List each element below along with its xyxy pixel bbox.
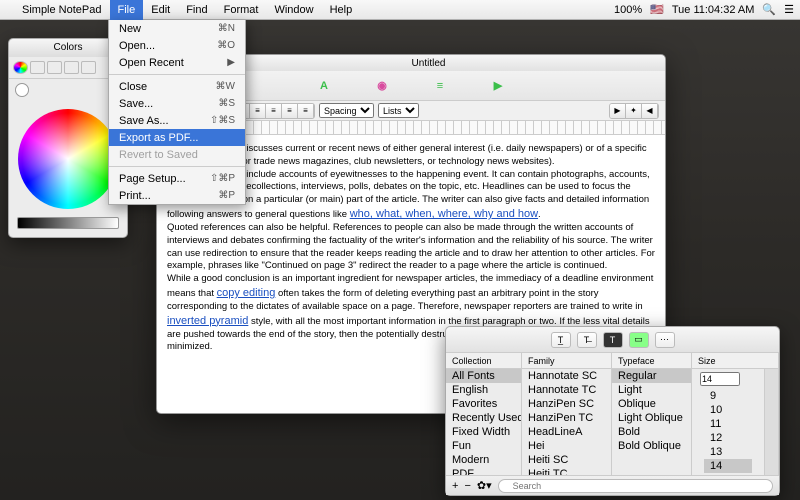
menu-item-open-[interactable]: Open...⌘O <box>109 37 245 54</box>
list-item[interactable]: Heiti TC <box>522 467 611 475</box>
fonts-headers: Collection Family Typeface Size <box>446 353 779 369</box>
hdr-collection[interactable]: Collection <box>446 353 522 368</box>
list-item[interactable]: Recently Used <box>446 411 521 425</box>
toolbar-btn-3[interactable]: ▶ <box>489 77 507 95</box>
list-item[interactable]: 12 <box>704 431 752 445</box>
list-item[interactable]: English <box>446 383 521 397</box>
menu-help[interactable]: Help <box>322 0 361 20</box>
color-sliders-tab[interactable] <box>30 61 45 74</box>
color-palettes-tab[interactable] <box>47 61 62 74</box>
notifications-icon[interactable]: ☰ <box>784 3 794 16</box>
size-column: 910111213141824 <box>692 369 779 475</box>
text-color-button[interactable]: T <box>603 332 623 348</box>
hdr-family[interactable]: Family <box>522 353 612 368</box>
color-crayons-tab[interactable] <box>81 61 96 74</box>
battery-indicator[interactable]: 100% <box>614 4 642 16</box>
toolbar-btn-0[interactable]: A <box>315 77 333 95</box>
color-image-tab[interactable] <box>64 61 79 74</box>
menu-item-open-recent[interactable]: Open Recent▶ <box>109 54 245 71</box>
spotlight-icon[interactable]: 🔍 <box>762 3 776 16</box>
size-slider[interactable] <box>764 369 778 475</box>
list-item[interactable]: Regular <box>612 369 691 383</box>
menu-window[interactable]: Window <box>266 0 321 20</box>
list-item[interactable]: Bold Oblique <box>612 439 691 453</box>
color-wheel-tab[interactable] <box>13 61 28 74</box>
app-name[interactable]: Simple NotePad <box>14 0 110 20</box>
remove-collection-button[interactable]: − <box>464 480 470 492</box>
menu-item-print-[interactable]: Print...⌘P <box>109 187 245 204</box>
flag-icon[interactable]: 🇺🇸 <box>650 3 664 16</box>
color-search-icon[interactable] <box>15 83 29 97</box>
brightness-slider[interactable] <box>17 217 119 229</box>
toolbar-btn-2[interactable]: ≡ <box>431 77 449 95</box>
nav-segment[interactable]: ▶✦◀ <box>609 103 659 119</box>
list-item[interactable]: 11 <box>704 417 752 431</box>
list-item[interactable]: 9 <box>704 389 752 403</box>
list-item[interactable]: Hannotate TC <box>522 383 611 397</box>
list-item[interactable]: PDF <box>446 467 521 475</box>
fonts-toolbar: T̲ T̶ T ▭ ⋯ <box>446 327 779 353</box>
menubar-status: 100% 🇺🇸 Tue 11:04:32 AM 🔍 ☰ <box>614 3 794 16</box>
menu-edit[interactable]: Edit <box>143 0 178 20</box>
strikethrough-button[interactable]: T̶ <box>577 332 597 348</box>
menu-item-revert-to-saved: Revert to Saved <box>109 146 245 163</box>
list-item[interactable]: All Fonts <box>446 369 521 383</box>
list-item[interactable]: 13 <box>704 445 752 459</box>
typeface-list[interactable]: RegularLightObliqueLight ObliqueBoldBold… <box>612 369 692 475</box>
list-item[interactable]: Light <box>612 383 691 397</box>
file-menu-dropdown: New⌘NOpen...⌘OOpen Recent▶ Close⌘WSave...… <box>108 20 246 205</box>
lists-select[interactable]: Lists <box>378 103 419 118</box>
action-menu-button[interactable]: ✿▾ <box>477 479 492 492</box>
list-item[interactable]: Modern <box>446 453 521 467</box>
underline-button[interactable]: T̲ <box>551 332 571 348</box>
list-item[interactable]: Oblique <box>612 397 691 411</box>
list-item[interactable]: Bold <box>612 425 691 439</box>
menu-format[interactable]: Format <box>216 0 267 20</box>
menu-item-export-as-pdf-[interactable]: Export as PDF... <box>109 129 245 146</box>
size-input[interactable] <box>700 372 740 386</box>
menu-item-new[interactable]: New⌘N <box>109 20 245 37</box>
add-collection-button[interactable]: + <box>452 480 458 492</box>
bg-color-button[interactable]: ▭ <box>629 332 649 348</box>
font-search-input[interactable] <box>498 479 773 493</box>
list-item[interactable]: 14 <box>704 459 752 473</box>
list-item[interactable]: HanziPen TC <box>522 411 611 425</box>
menu-find[interactable]: Find <box>178 0 215 20</box>
family-list[interactable]: Hannotate SCHannotate TCHanziPen SCHanzi… <box>522 369 612 475</box>
list-item[interactable]: Light Oblique <box>612 411 691 425</box>
color-wheel[interactable] <box>18 109 118 209</box>
toolbar-btn-1[interactable]: ◉ <box>373 77 391 95</box>
list-item[interactable]: HanziPen SC <box>522 397 611 411</box>
list-item[interactable]: HeadLineA <box>522 425 611 439</box>
list-item[interactable]: Hannotate SC <box>522 369 611 383</box>
menu-item-save-as-[interactable]: Save As...⇧⌘S <box>109 112 245 129</box>
more-button[interactable]: ⋯ <box>655 332 675 348</box>
spacing-select[interactable]: Spacing <box>319 103 374 118</box>
hdr-typeface[interactable]: Typeface <box>612 353 692 368</box>
list-item[interactable]: Fun <box>446 439 521 453</box>
list-item[interactable]: Heiti SC <box>522 453 611 467</box>
list-item[interactable]: 10 <box>704 403 752 417</box>
system-menubar: Simple NotePad File Edit Find Format Win… <box>0 0 800 20</box>
list-item[interactable]: Hei <box>522 439 611 453</box>
fonts-panel[interactable]: T̲ T̶ T ▭ ⋯ Collection Family Typeface S… <box>445 326 780 496</box>
list-item[interactable]: Fixed Width <box>446 425 521 439</box>
menu-item-page-setup-[interactable]: Page Setup...⇧⌘P <box>109 170 245 187</box>
clock[interactable]: Tue 11:04:32 AM <box>672 4 755 16</box>
menu-item-save-[interactable]: Save...⌘S <box>109 95 245 112</box>
menu-item-close[interactable]: Close⌘W <box>109 78 245 95</box>
hdr-size[interactable]: Size <box>692 353 779 368</box>
document-title: Untitled <box>198 58 659 69</box>
fonts-bottom-bar: + − ✿▾ <box>446 475 779 495</box>
collection-list[interactable]: All FontsEnglishFavoritesRecently UsedFi… <box>446 369 522 475</box>
list-item[interactable]: Favorites <box>446 397 521 411</box>
menu-file[interactable]: File <box>110 0 144 20</box>
